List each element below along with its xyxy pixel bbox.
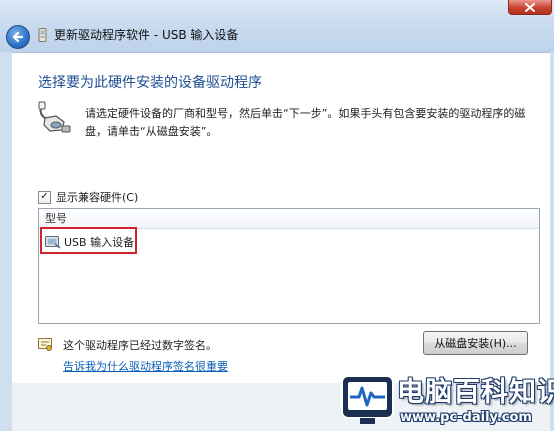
- close-button[interactable]: [508, 0, 552, 15]
- back-button[interactable]: [6, 25, 30, 49]
- signature-status: 这个驱动程序已经过数字签名。: [38, 337, 217, 353]
- watermark-title: 电脑百科知识: [397, 377, 554, 408]
- selection-highlight-box: [40, 227, 137, 254]
- wizard-content: 选择要为此硬件安装的设备驱动程序 请选定硬件设备的厂商和型号，然后单击“下一步”…: [12, 52, 550, 383]
- show-compatible-label: 显示兼容硬件(C): [56, 191, 139, 204]
- device-manager-icon: [38, 28, 47, 42]
- model-column-header[interactable]: 型号: [39, 209, 539, 229]
- hardware-icon: [38, 101, 71, 133]
- have-disk-button[interactable]: 从磁盘安装(H)...: [423, 331, 528, 355]
- page-heading: 选择要为此硬件安装的设备驱动程序: [38, 75, 262, 91]
- signed-driver-icon: [38, 338, 52, 351]
- signature-status-text: 这个驱动程序已经过数字签名。: [63, 339, 217, 352]
- back-arrow-icon: [12, 31, 24, 43]
- monitor-pulse-logo-icon: [341, 375, 394, 424]
- instructions-text: 请选定硬件设备的厂商和型号，然后单击“下一步”。如果手头有包含要安装的驱动程序的…: [85, 107, 526, 138]
- title-bar: 更新驱动程序软件 - USB 输入设备: [0, 0, 554, 52]
- show-compatible-option[interactable]: ✓ 显示兼容硬件(C): [38, 189, 138, 205]
- show-compatible-checkbox[interactable]: ✓: [38, 190, 51, 204]
- model-list[interactable]: 型号 USB 输入设备: [38, 208, 540, 324]
- driver-signing-help-link[interactable]: 告诉我为什么驱动程序签名很重要: [63, 358, 228, 374]
- watermark-url: www.pc-daily.com: [400, 410, 532, 425]
- window-title: 更新驱动程序软件 - USB 输入设备: [54, 28, 239, 42]
- close-icon: [525, 2, 535, 12]
